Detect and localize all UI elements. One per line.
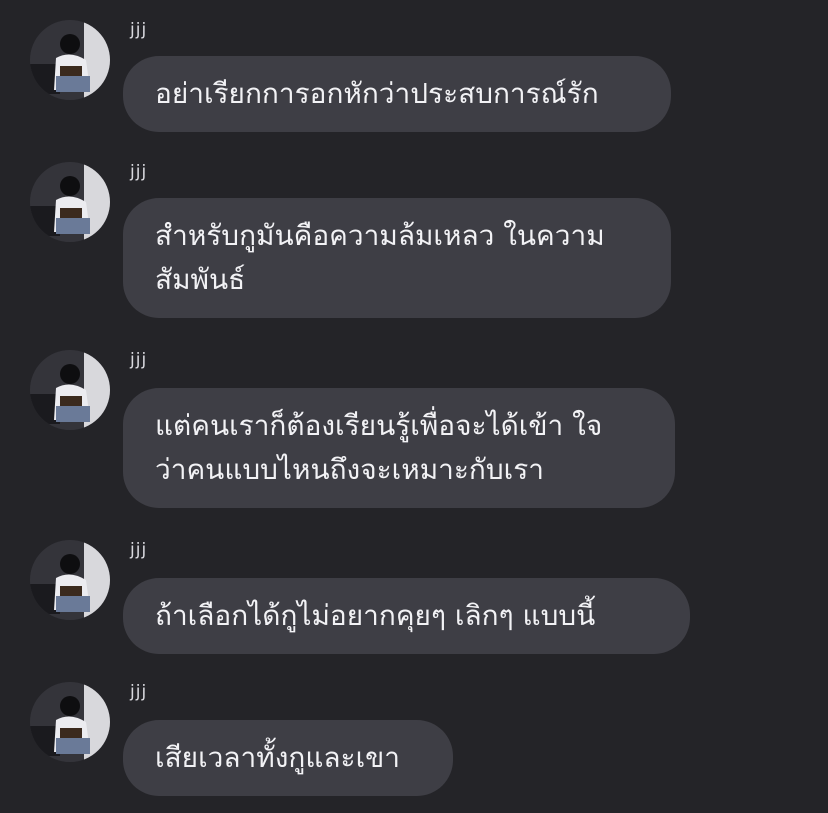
avatar-photo-icon (30, 540, 110, 620)
sender-name: jjj (130, 682, 148, 702)
message-bubble[interactable]: เสียเวลาทั้งกูและเขา (123, 720, 453, 796)
avatar-photo-icon (30, 20, 110, 100)
sender-name: jjj (130, 20, 148, 40)
message-bubble[interactable]: สำหรับกูมันคือความล้มเหลว ในความ สัมพันธ… (123, 198, 671, 318)
sender-name: jjj (130, 540, 148, 560)
avatar-photo-icon (30, 350, 110, 430)
message-bubble[interactable]: ถ้าเลือกได้กูไม่อยากคุยๆ เลิกๆ แบบนี้ (123, 578, 690, 654)
avatar[interactable] (30, 162, 110, 242)
chat-thread: jjj อย่าเรียกการอกหักว่าประสบการณ์รัก jj… (0, 0, 828, 813)
sender-name: jjj (130, 162, 148, 182)
message-bubble[interactable]: แต่คนเราก็ต้องเรียนรู้เพื่อจะได้เข้า ใจ … (123, 388, 675, 508)
avatar[interactable] (30, 350, 110, 430)
message-bubble[interactable]: อย่าเรียกการอกหักว่าประสบการณ์รัก (123, 56, 671, 132)
avatar-photo-icon (30, 162, 110, 242)
avatar[interactable] (30, 540, 110, 620)
avatar-photo-icon (30, 682, 110, 762)
avatar[interactable] (30, 682, 110, 762)
avatar[interactable] (30, 20, 110, 100)
sender-name: jjj (130, 350, 148, 370)
